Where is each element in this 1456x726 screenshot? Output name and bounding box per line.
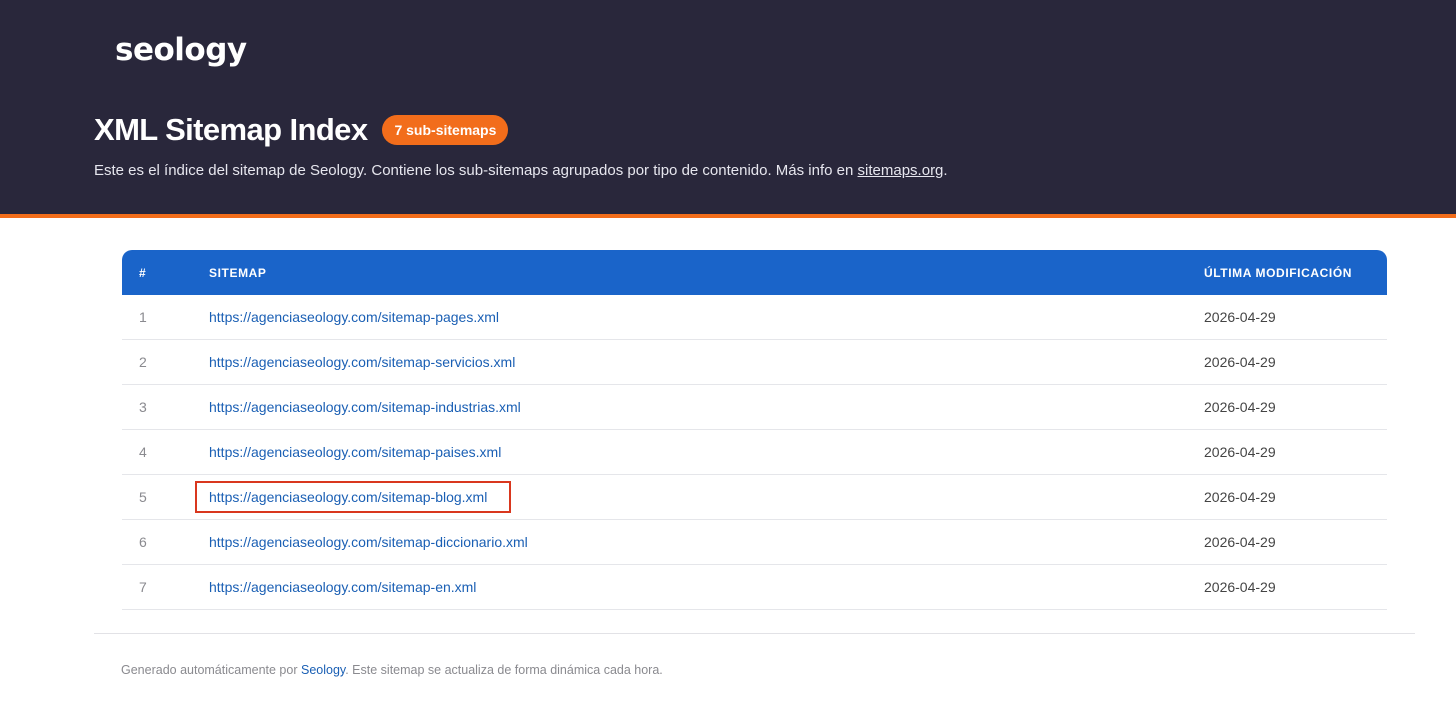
row-date: 2026-04-29 — [1204, 384, 1387, 430]
row-date: 2026-04-29 — [1204, 429, 1387, 475]
sitemap-link[interactable]: https://agenciaseology.com/sitemap-dicci… — [209, 534, 528, 550]
sub-sitemaps-badge: 7 sub-sitemaps — [382, 115, 509, 145]
page-header: seology XML Sitemap Index 7 sub-sitemaps… — [0, 0, 1456, 218]
page-description: Este es el índice del sitemap de Seology… — [94, 162, 948, 179]
table-row: 2 https://agenciaseology.com/sitemap-ser… — [122, 339, 1387, 385]
page-title: XML Sitemap Index — [94, 112, 368, 147]
sitemap-link[interactable]: https://agenciaseology.com/sitemap-servi… — [209, 354, 515, 370]
column-header-sitemap: SITEMAP — [209, 250, 1204, 295]
table-row: 3 https://agenciaseology.com/sitemap-ind… — [122, 384, 1387, 430]
row-date: 2026-04-29 — [1204, 564, 1387, 610]
highlight-box: https://agenciaseology.com/sitemap-blog.… — [195, 481, 512, 513]
row-number: 2 — [122, 339, 209, 385]
title-row: XML Sitemap Index 7 sub-sitemaps — [94, 112, 509, 148]
table-row: 5 https://agenciaseology.com/sitemap-blo… — [122, 474, 1387, 520]
sitemap-link[interactable]: https://agenciaseology.com/sitemap-pages… — [209, 309, 499, 325]
row-number: 6 — [122, 519, 209, 565]
description-end: . — [943, 162, 948, 179]
sitemap-link[interactable]: https://agenciaseology.com/sitemap-indus… — [209, 399, 521, 415]
footer-divider — [94, 633, 1415, 634]
column-header-number: # — [122, 250, 209, 295]
table-row: 7 https://agenciaseology.com/sitemap-en.… — [122, 564, 1387, 610]
table-row: 4 https://agenciaseology.com/sitemap-pai… — [122, 429, 1387, 475]
row-date: 2026-04-29 — [1204, 295, 1387, 340]
row-number: 4 — [122, 429, 209, 475]
sitemap-link[interactable]: https://agenciaseology.com/sitemap-paise… — [209, 444, 501, 460]
seology-logo[interactable]: seology — [115, 32, 247, 68]
sitemap-table: # SITEMAP ÚLTIMA MODIFICACIÓN 1 https://… — [122, 250, 1387, 610]
description-text: Este es el índice del sitemap de Seology… — [94, 162, 854, 179]
row-date: 2026-04-29 — [1204, 519, 1387, 565]
sitemap-link[interactable]: https://agenciaseology.com/sitemap-en.xm… — [209, 579, 476, 595]
column-header-last-modified: ÚLTIMA MODIFICACIÓN — [1204, 250, 1387, 295]
footer-suffix: . Este sitemap se actualiza de forma din… — [345, 663, 663, 677]
seology-footer-link[interactable]: Seology — [301, 663, 345, 677]
sitemap-link[interactable]: https://agenciaseology.com/sitemap-blog.… — [209, 489, 487, 505]
row-number: 7 — [122, 564, 209, 610]
page-footer: Generado automáticamente por Seology. Es… — [121, 663, 663, 677]
row-number: 3 — [122, 384, 209, 430]
sitemaps-org-link[interactable]: sitemaps.org — [858, 162, 944, 179]
row-date: 2026-04-29 — [1204, 339, 1387, 385]
table-row: 1 https://agenciaseology.com/sitemap-pag… — [122, 295, 1387, 340]
table-header-row: # SITEMAP ÚLTIMA MODIFICACIÓN — [122, 250, 1387, 295]
row-number: 1 — [122, 295, 209, 340]
table-row: 6 https://agenciaseology.com/sitemap-dic… — [122, 519, 1387, 565]
row-date: 2026-04-29 — [1204, 474, 1387, 520]
footer-prefix: Generado automáticamente por — [121, 663, 298, 677]
